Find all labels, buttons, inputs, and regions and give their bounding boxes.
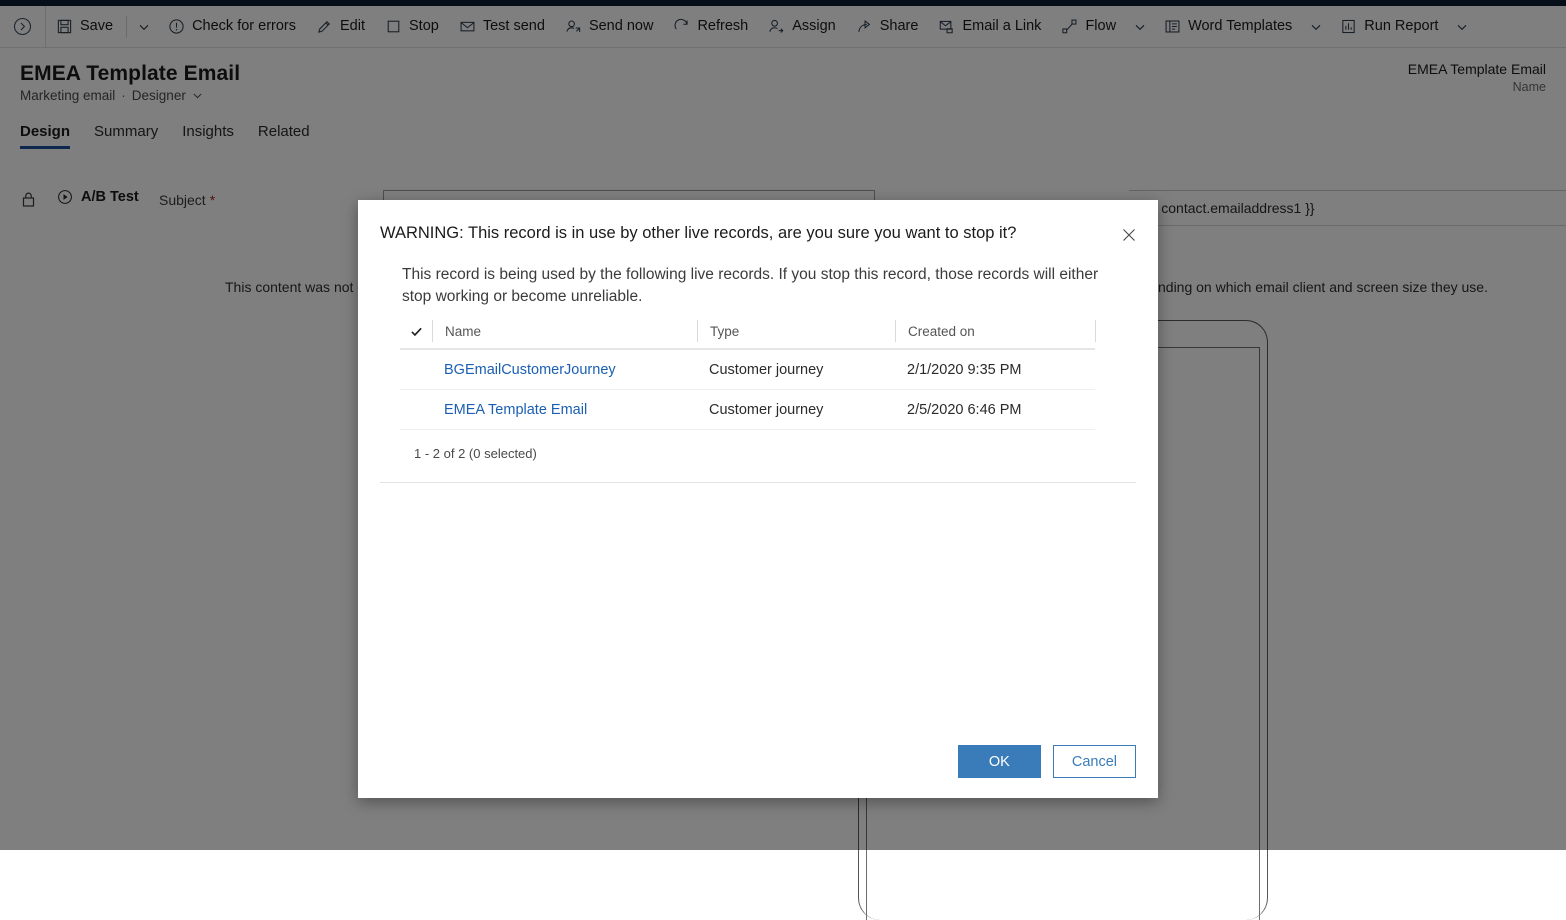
- ok-button[interactable]: OK: [958, 745, 1041, 778]
- cell-type: Customer journey: [697, 402, 895, 418]
- dialog-description: This record is being used by the followi…: [402, 264, 1120, 308]
- column-header-end-divider: [1095, 320, 1096, 342]
- record-link[interactable]: BGEmailCustomerJourney: [444, 362, 616, 378]
- stop-record-warning-dialog: WARNING: This record is in use by other …: [358, 200, 1158, 798]
- cancel-button[interactable]: Cancel: [1053, 745, 1136, 778]
- cell-created-on: 2/5/2020 6:46 PM: [895, 402, 1095, 418]
- cell-name[interactable]: EMEA Template Email: [432, 402, 697, 418]
- cell-name[interactable]: BGEmailCustomerJourney: [432, 362, 697, 378]
- column-header-type[interactable]: Type: [697, 320, 895, 342]
- checkmark-icon[interactable]: [400, 325, 432, 338]
- close-icon[interactable]: [1116, 222, 1142, 248]
- table-body: BGEmailCustomerJourneyCustomer journey2/…: [400, 350, 1116, 430]
- column-header-created-on[interactable]: Created on: [895, 320, 1095, 342]
- dialog-title: WARNING: This record is in use by other …: [380, 223, 1098, 244]
- dialog-actions: OK Cancel: [958, 745, 1136, 778]
- table-header-row: Name Type Created on: [400, 318, 1116, 344]
- live-records-table: Name Type Created on BGEmailCustomerJour…: [400, 318, 1116, 461]
- record-link[interactable]: EMEA Template Email: [444, 402, 587, 418]
- cell-created-on: 2/1/2020 9:35 PM: [895, 362, 1095, 378]
- cell-type: Customer journey: [697, 362, 895, 378]
- dialog-content-divider: [380, 482, 1136, 483]
- column-header-name[interactable]: Name: [432, 320, 697, 342]
- table-footer-count: 1 - 2 of 2 (0 selected): [400, 446, 1116, 461]
- table-row[interactable]: BGEmailCustomerJourney Customer journey2/…: [400, 350, 1095, 390]
- table-row[interactable]: EMEA Template Email Customer journey2/5/2…: [400, 390, 1095, 430]
